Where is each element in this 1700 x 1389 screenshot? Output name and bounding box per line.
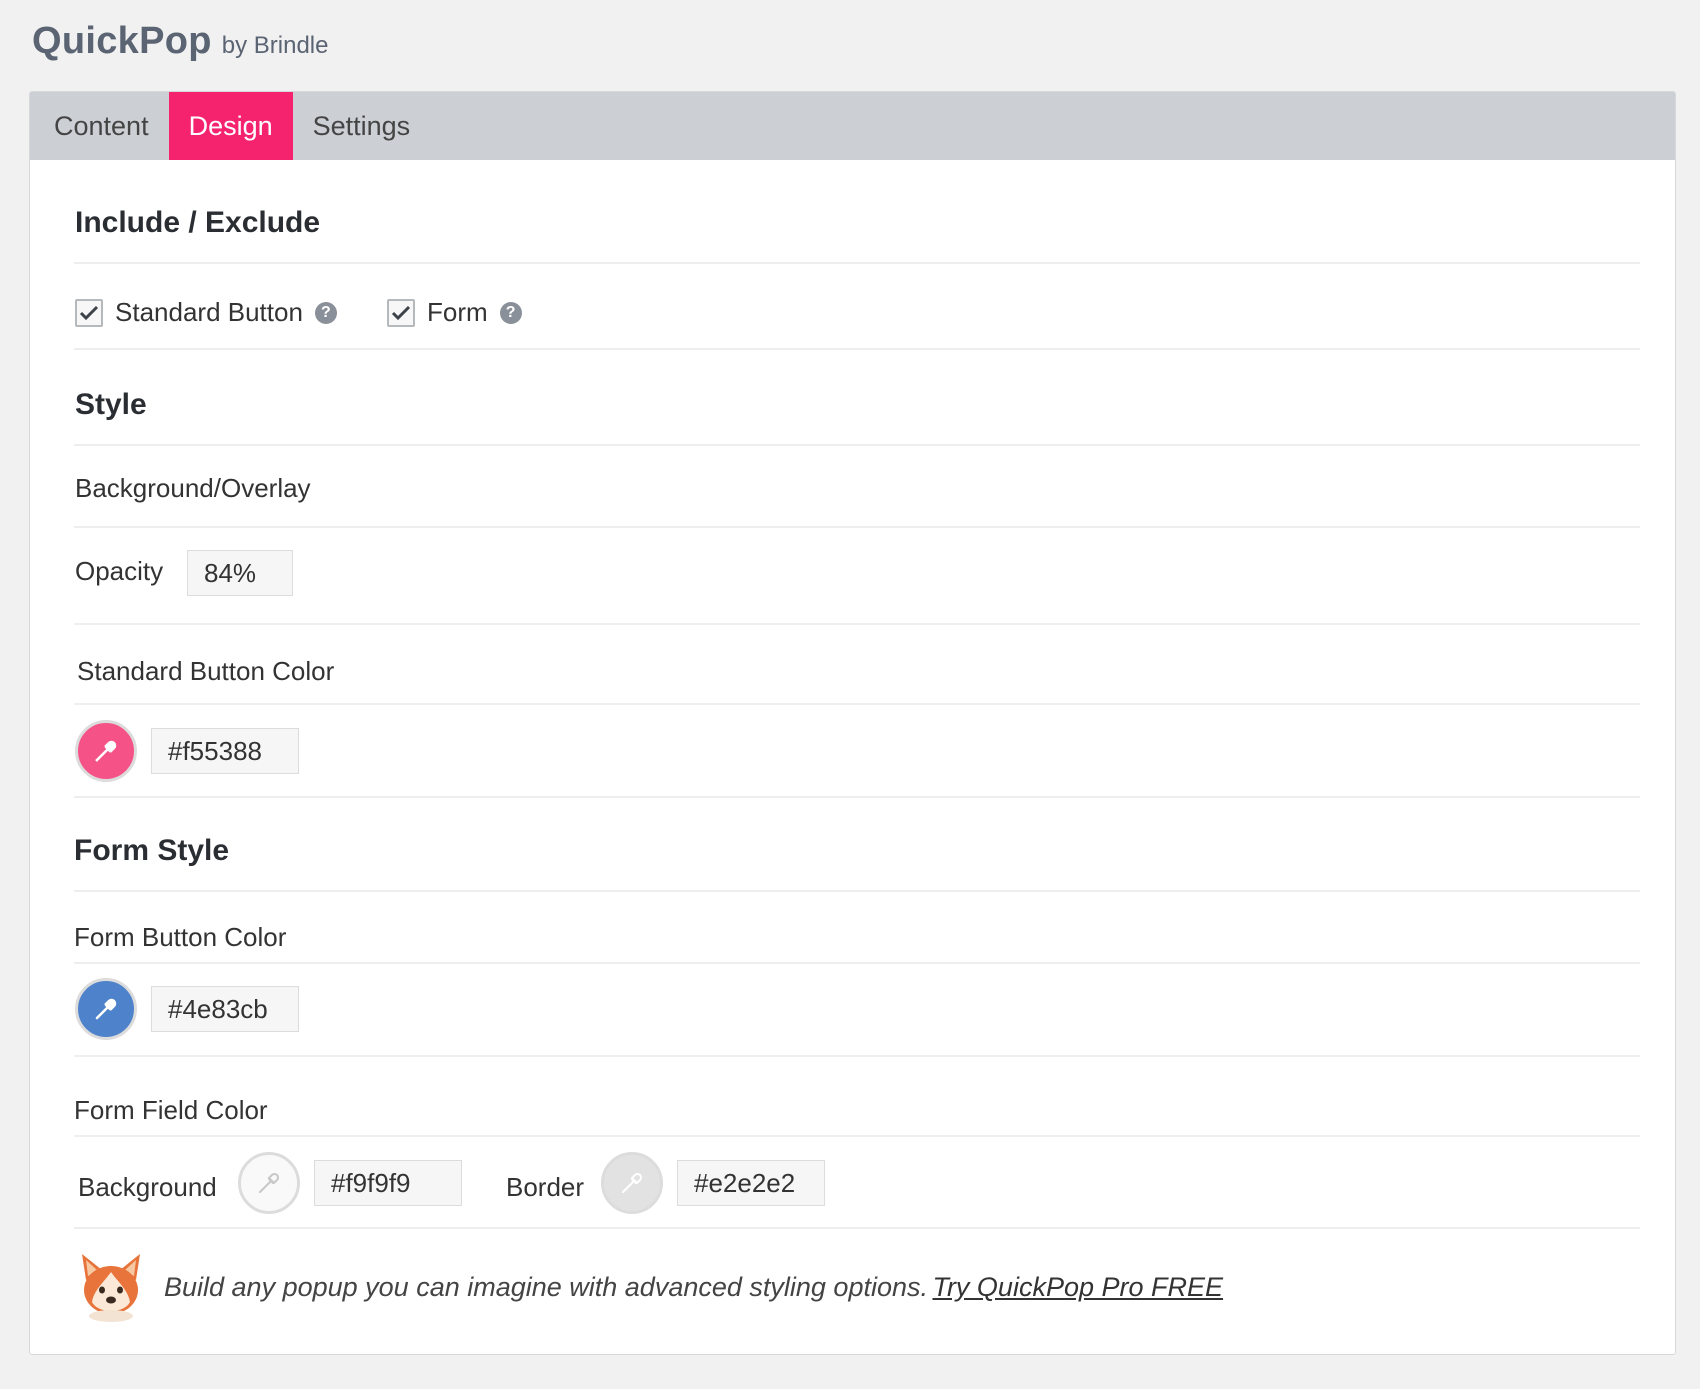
opacity-input[interactable]: 84% <box>187 550 293 596</box>
standard-button-color-swatch[interactable] <box>75 720 137 782</box>
corgi-mascot-icon <box>74 1250 148 1329</box>
standard-button-option: Standard Button ? <box>75 297 337 328</box>
tab-bar: Content Design Settings <box>30 92 1675 160</box>
settings-panel: Content Design Settings Include / Exclud… <box>29 91 1676 1355</box>
try-pro-link[interactable]: Try QuickPop Pro FREE <box>932 1272 1223 1302</box>
standard-button-label: Standard Button <box>115 297 303 327</box>
promo-message: Build any popup you can imagine with adv… <box>164 1272 1223 1303</box>
background-overlay-label: Background/Overlay <box>75 473 311 503</box>
form-field-color-label: Form Field Color <box>74 1095 268 1125</box>
field-border-label: Border <box>506 1172 585 1202</box>
field-background-input[interactable]: #f9f9f9 <box>314 1160 462 1206</box>
field-background-swatch[interactable] <box>238 1152 300 1214</box>
include-exclude-heading: Include / Exclude <box>75 206 321 239</box>
divider <box>74 962 1640 964</box>
eyedropper-icon <box>259 1172 280 1193</box>
field-background-label: Background <box>78 1172 217 1202</box>
field-border-input[interactable]: #e2e2e2 <box>677 1160 825 1206</box>
style-heading: Style <box>75 388 147 421</box>
tab-settings[interactable]: Settings <box>293 92 431 160</box>
standard-button-color-label: Standard Button Color <box>77 656 335 686</box>
eyedropper-icon <box>95 740 117 762</box>
help-icon[interactable]: ? <box>314 301 337 324</box>
divider <box>74 348 1640 350</box>
app-header: QuickPop by Brindle <box>32 20 329 63</box>
divider <box>74 890 1640 892</box>
divider <box>74 703 1640 705</box>
divider <box>74 796 1640 798</box>
tab-content[interactable]: Content <box>30 92 169 160</box>
form-button-color-input[interactable]: #4e83cb <box>151 986 299 1032</box>
divider <box>74 526 1640 528</box>
promo-text: Build any popup you can imagine with adv… <box>164 1272 928 1302</box>
divider <box>74 1135 1640 1137</box>
standard-button-checkbox[interactable] <box>75 298 103 327</box>
form-button-color-label: Form Button Color <box>74 922 287 952</box>
divider <box>74 444 1640 446</box>
divider <box>74 1055 1640 1057</box>
form-option: Form ? <box>387 297 522 328</box>
field-border-swatch[interactable] <box>601 1152 663 1214</box>
standard-button-color-input[interactable]: #f55388 <box>151 728 299 774</box>
divider <box>74 262 1640 264</box>
help-icon[interactable]: ? <box>499 301 522 324</box>
check-icon <box>391 305 411 320</box>
divider <box>74 1227 1640 1229</box>
form-checkbox[interactable] <box>387 298 415 327</box>
form-button-color-swatch[interactable] <box>75 978 137 1040</box>
form-label: Form <box>427 297 488 327</box>
form-style-heading: Form Style <box>74 834 230 867</box>
app-name: QuickPop <box>32 20 212 62</box>
tab-design[interactable]: Design <box>168 92 293 160</box>
check-icon <box>79 305 99 320</box>
eyedropper-icon <box>622 1172 643 1193</box>
divider <box>74 623 1640 625</box>
opacity-label: Opacity <box>75 556 164 586</box>
app-byline: by Brindle <box>221 32 329 59</box>
eyedropper-icon <box>95 998 117 1020</box>
